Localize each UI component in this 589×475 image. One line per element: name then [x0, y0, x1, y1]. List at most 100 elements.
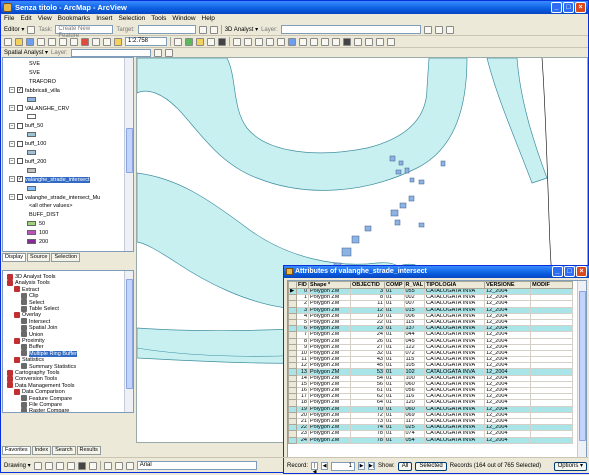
toolbox-scrollbar[interactable] [124, 271, 133, 412]
sketch-tool-icon[interactable] [27, 25, 36, 34]
attributes-grid[interactable]: FID Shape * OBJECTID COMP R_VAL TIPOLOGIA VERS… [287, 280, 587, 458]
menu-bookmarks[interactable]: Bookmarks [58, 14, 91, 24]
column-header[interactable]: Shape * [308, 281, 351, 289]
table-cell[interactable] [530, 436, 574, 444]
new-document-icon[interactable] [4, 37, 12, 46]
task-dropdown[interactable]: Create New Feature [55, 25, 114, 39]
expand-toggle[interactable]: − [9, 87, 15, 94]
minimize-button[interactable]: _ [551, 2, 562, 13]
edit-tool-icon[interactable] [198, 25, 207, 34]
building-footprint[interactable] [404, 167, 410, 174]
attr-close-button[interactable]: × [576, 266, 587, 277]
maximize-button[interactable]: □ [563, 2, 574, 13]
toc-item[interactable] [27, 149, 39, 157]
rotate-icon[interactable] [44, 461, 53, 470]
column-header[interactable]: VERSIONE [484, 281, 532, 289]
building-footprint[interactable] [351, 235, 360, 244]
hyperlink-icon[interactable] [376, 37, 384, 46]
zoom-in-icon[interactable] [233, 37, 241, 46]
table-cell[interactable]: CATALOGATA INVA [424, 436, 486, 444]
spatial-analyst-menu[interactable]: Spatial Analyst ▾ [4, 49, 48, 56]
view-layout-icon[interactable] [103, 461, 112, 470]
redo-icon[interactable] [103, 37, 111, 46]
building-footprint[interactable] [389, 155, 396, 162]
toc-item[interactable]: 50 [27, 220, 45, 228]
forward-extent-icon[interactable] [310, 37, 318, 46]
interpolate-icon[interactable] [423, 25, 432, 34]
tab-index[interactable]: Index [31, 446, 52, 455]
expand-toggle[interactable]: − [9, 176, 15, 183]
3d-analyst-menu[interactable]: 3D Analyst ▾ [225, 26, 258, 33]
rectangle-icon[interactable] [55, 461, 64, 470]
tab-favorites[interactable]: Favorites [2, 446, 31, 455]
line-color-icon[interactable] [88, 461, 97, 470]
fixed-zoom-in-icon[interactable] [255, 37, 263, 46]
building-footprint[interactable] [409, 177, 415, 183]
contour-icon[interactable] [164, 48, 173, 57]
histogram-icon[interactable] [153, 48, 162, 57]
layer-visibility-checkbox[interactable] [17, 105, 23, 112]
select-elements-tool-icon[interactable] [33, 461, 42, 470]
menu-edit[interactable]: Edit [20, 14, 31, 24]
expand-toggle[interactable]: − [9, 122, 15, 129]
valanghe-polygon[interactable] [486, 58, 548, 184]
toc-item[interactable]: SVE [29, 69, 40, 77]
sa-layer-dropdown[interactable] [70, 48, 151, 57]
toc-item[interactable]: 100 [27, 229, 48, 237]
layer-visibility-checkbox[interactable] [17, 194, 23, 201]
column-header[interactable]: FID [296, 281, 309, 289]
steepest-path-icon[interactable] [445, 25, 454, 34]
open-folder-icon[interactable] [15, 37, 23, 46]
table-cell[interactable]: 054 [403, 436, 426, 444]
attributes-title-bar[interactable]: Attributes of valanghe_strade_intersect … [284, 266, 589, 278]
row-selector[interactable] [288, 436, 297, 444]
toolbox-scroll-thumb[interactable] [126, 279, 133, 389]
pan-icon[interactable] [277, 37, 285, 46]
tab-search[interactable]: Search [52, 446, 76, 455]
menu-help[interactable]: Help [202, 14, 215, 24]
fixed-zoom-out-icon[interactable] [266, 37, 274, 46]
building-footprint[interactable] [440, 160, 446, 167]
zoom-out-icon[interactable] [244, 37, 252, 46]
toc-item[interactable]: − buff_200 [9, 158, 46, 166]
tab-display[interactable]: Display [2, 253, 27, 262]
attributes-scroll-thumb[interactable] [579, 291, 586, 441]
table-cell[interactable]: 24 [296, 436, 309, 444]
title-bar[interactable]: Senza titolo - ArcMap - ArcView _ □ × [1, 1, 588, 14]
column-header[interactable]: TIPOLOGIA [424, 281, 486, 289]
layer-visibility-checkbox[interactable]: ✓ [17, 176, 23, 183]
table-cell[interactable]: Polygon ZM [308, 436, 351, 444]
toc-item[interactable]: <all other values> [29, 202, 72, 210]
arctoolbox-icon[interactable] [185, 37, 193, 46]
drawing-menu[interactable]: Drawing ▾ [4, 462, 31, 469]
building-footprint[interactable] [364, 225, 372, 232]
delete-icon[interactable] [81, 37, 89, 46]
font-dropdown[interactable]: Arial [136, 461, 257, 470]
arctoolbox-tree[interactable]: 3D Analyst Tools Analysis Tools Extract Cli… [2, 270, 134, 413]
target-dropdown[interactable] [137, 25, 196, 34]
table-cell[interactable]: 12_2004 [484, 436, 532, 444]
column-header[interactable]: OBJECTID [350, 281, 385, 289]
building-footprint[interactable] [390, 209, 399, 217]
table-cell[interactable]: 01 [384, 436, 405, 444]
building-footprint[interactable] [341, 247, 352, 257]
map-scale-field[interactable]: 1:2.758 [125, 37, 167, 46]
valanghe-polygon[interactable] [137, 58, 468, 191]
back-extent-icon[interactable] [299, 37, 307, 46]
save-icon[interactable] [26, 37, 34, 46]
command-line-icon[interactable] [207, 37, 215, 46]
profile-graph-icon[interactable] [434, 25, 443, 34]
building-footprint[interactable] [418, 179, 425, 185]
expand-toggle[interactable]: − [9, 158, 15, 165]
building-footprint[interactable] [398, 160, 404, 166]
toc-item[interactable] [27, 167, 39, 175]
menu-view[interactable]: View [38, 14, 52, 24]
toc-item[interactable]: − valanghe_strade_intersect_Mu [9, 194, 100, 202]
add-data-icon[interactable] [114, 37, 122, 46]
menu-insert[interactable]: Insert [96, 14, 112, 24]
measure-icon[interactable] [365, 37, 373, 46]
toc-item[interactable]: − VALANGHE_CRV [9, 105, 69, 113]
toc-item[interactable]: SVE [29, 60, 40, 68]
table-of-contents[interactable]: SVE SVE TRAFORO − ✓ fabbricati_villa − VALANGHE… [2, 57, 134, 252]
column-header[interactable]: R_VAL [403, 281, 426, 289]
